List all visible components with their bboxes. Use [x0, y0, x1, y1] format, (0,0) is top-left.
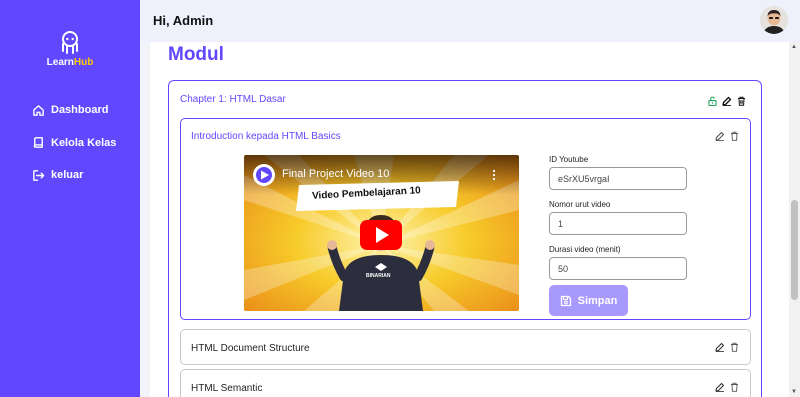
youtube-id-label: ID Youtube: [549, 155, 589, 164]
save-icon: [560, 295, 571, 306]
sidebar-item-keluar[interactable]: keluar: [32, 167, 116, 183]
lesson-card-expanded: Introduction kepada HTML Basics Final Pr…: [180, 118, 751, 320]
edit-chapter-button[interactable]: [722, 96, 732, 106]
sidebar-item-dashboard[interactable]: Dashboard: [32, 102, 116, 118]
sidebar-item-kelola-kelas[interactable]: Kelola Kelas: [32, 135, 116, 151]
pencil-icon: [715, 342, 725, 352]
delete-chapter-button[interactable]: [737, 96, 746, 106]
page-title: Modul: [168, 44, 224, 65]
trash-icon: [731, 131, 738, 141]
top-bar: Hi, Admin: [140, 0, 800, 42]
chapter-title[interactable]: Chapter 1: HTML Dasar: [180, 94, 286, 105]
trash-icon: [738, 96, 745, 106]
trash-icon: [731, 382, 738, 392]
edit-lesson-button[interactable]: [715, 131, 725, 141]
sidebar: LearnHub Dashboard Kelola Kelas keluar: [0, 0, 140, 397]
edit-lesson-button[interactable]: [715, 342, 725, 352]
list-item[interactable]: HTML Semantic: [180, 369, 751, 397]
scroll-up-icon[interactable]: ▲: [791, 44, 797, 50]
pencil-icon: [715, 131, 725, 141]
unlock-button[interactable]: [708, 96, 717, 106]
video-title: Final Project Video 10: [282, 168, 390, 180]
delete-lesson-button[interactable]: [730, 131, 739, 141]
robot-logo-icon: [62, 31, 78, 54]
user-avatar-icon: [760, 6, 788, 34]
video-duration-input[interactable]: 50: [549, 257, 687, 280]
chapter-actions: [708, 96, 746, 106]
app-logo[interactable]: LearnHub: [42, 30, 98, 74]
unlock-icon: [708, 96, 717, 106]
youtube-id-input[interactable]: eSrXU5vrgaI: [549, 167, 687, 190]
pencil-icon: [715, 382, 725, 392]
video-order-label: Nomor urut video: [549, 200, 611, 209]
book-icon: [33, 137, 43, 148]
main-content: Modul Chapter 1: HTML Dasar Introduction…: [150, 42, 790, 397]
sidebar-item-label: keluar: [51, 169, 84, 181]
greeting: Hi, Admin: [153, 13, 214, 28]
sidebar-item-label: Kelola Kelas: [51, 136, 117, 149]
scroll-down-icon[interactable]: ▼: [791, 389, 797, 395]
avatar[interactable]: [760, 6, 788, 34]
lesson-row-title: HTML Document Structure: [191, 343, 310, 354]
video-form: ID Youtube eSrXU5vrgaI Nomor urut video …: [549, 155, 689, 316]
save-button-label: Simpan: [577, 294, 618, 307]
logo-text: LearnHub: [46, 57, 94, 68]
save-button[interactable]: Simpan: [549, 285, 628, 316]
lesson-actions: [715, 131, 739, 141]
delete-lesson-button[interactable]: [730, 382, 739, 392]
sidebar-item-label: Dashboard: [51, 104, 109, 116]
scrollbar-thumb[interactable]: [791, 200, 798, 300]
edit-lesson-button[interactable]: [715, 382, 725, 392]
video-player[interactable]: Final Project Video 10 Online Course Vid…: [244, 155, 519, 311]
lesson-row-title: HTML Semantic: [191, 383, 263, 394]
logout-icon: [33, 169, 45, 181]
pencil-icon: [722, 96, 732, 106]
sidebar-nav: Dashboard Kelola Kelas keluar: [32, 102, 116, 200]
trash-icon: [731, 342, 738, 352]
video-order-input[interactable]: 1: [549, 212, 687, 235]
video-duration-label: Durasi video (menit): [549, 245, 621, 254]
lesson-actions: [715, 342, 739, 352]
chapter-card: Chapter 1: HTML Dasar Introduction kepad…: [168, 80, 762, 397]
delete-lesson-button[interactable]: [730, 342, 739, 352]
home-icon: [33, 104, 44, 116]
list-item[interactable]: HTML Document Structure: [180, 329, 751, 365]
lesson-actions: [715, 382, 739, 392]
lesson-title[interactable]: Introduction kepada HTML Basics: [191, 131, 341, 142]
video-shirt-text: BINARIAN: [366, 273, 391, 279]
scrollbar[interactable]: ▲ ▼: [789, 42, 800, 397]
